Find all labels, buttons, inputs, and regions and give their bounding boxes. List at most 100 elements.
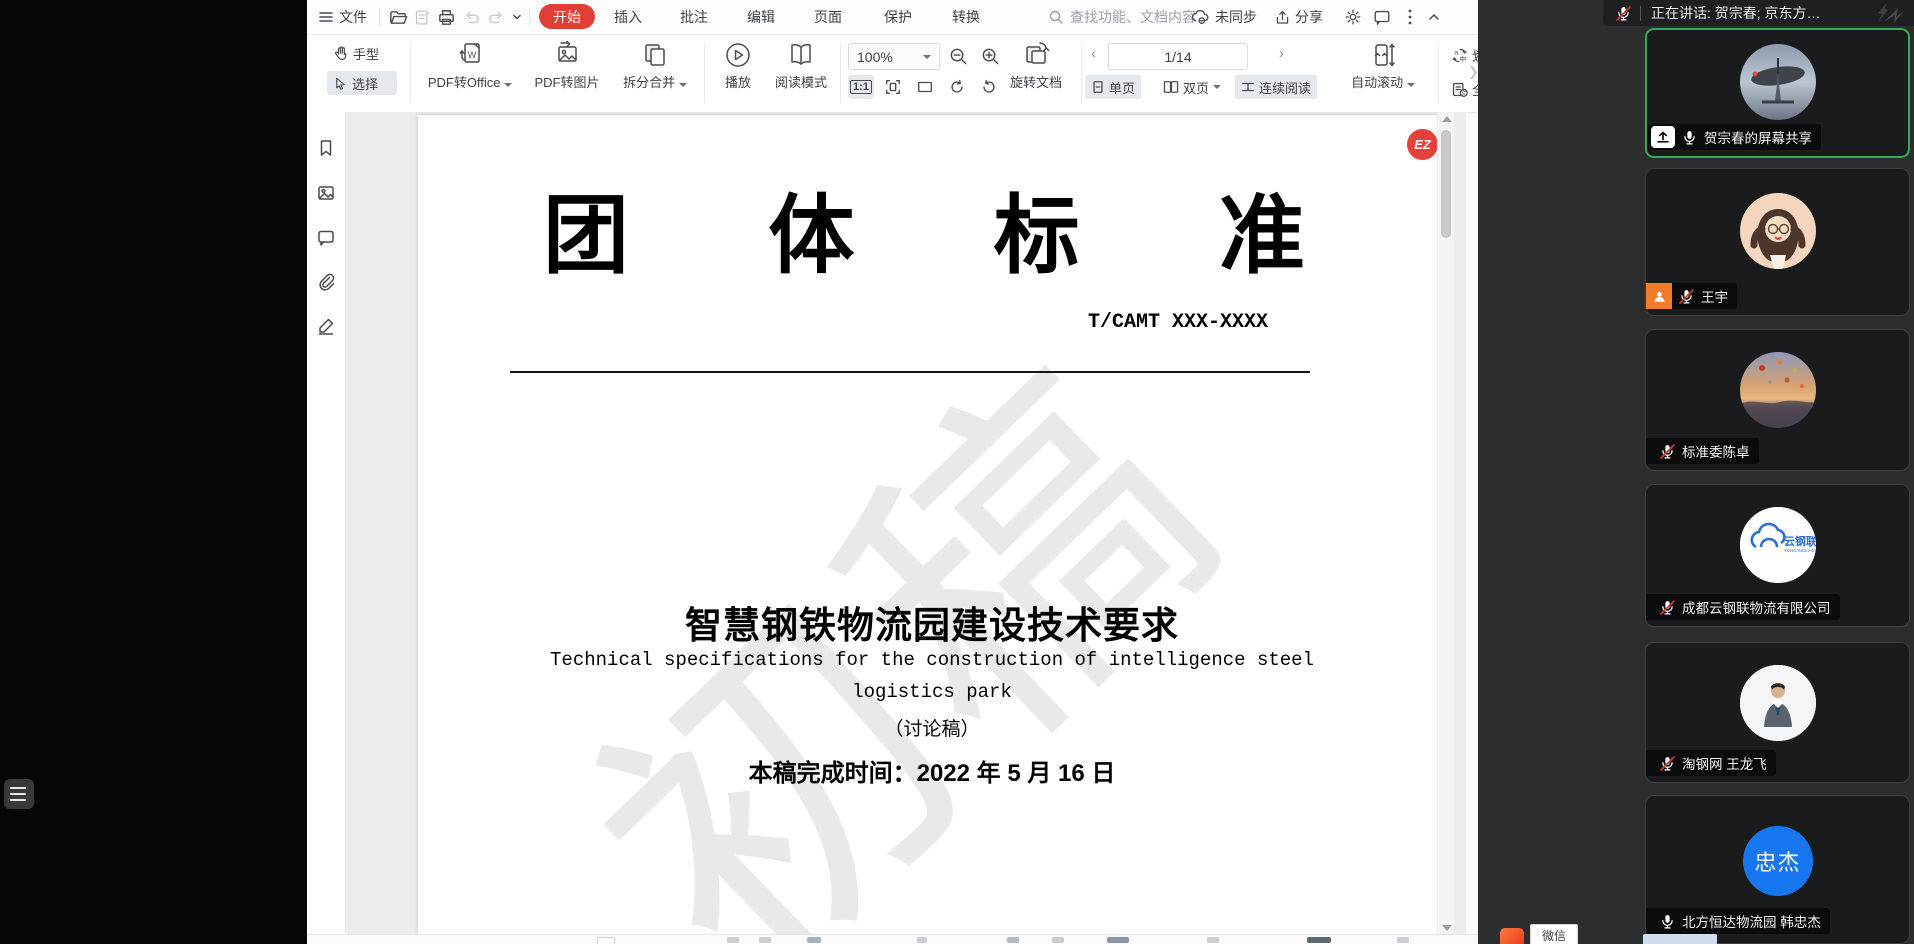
split-merge-button[interactable]: 拆分合并 bbox=[613, 39, 697, 91]
status-icon[interactable] bbox=[759, 937, 771, 943]
fit-width-button[interactable] bbox=[912, 75, 938, 99]
vertical-scrollbar[interactable] bbox=[1437, 112, 1454, 935]
tab-home[interactable]: 开始 bbox=[539, 4, 595, 29]
panel-expand-icon[interactable]: ❯ bbox=[1468, 64, 1479, 80]
outline-toggle-button[interactable] bbox=[4, 779, 34, 809]
undo-icon[interactable] bbox=[463, 0, 481, 34]
logo-sub-text: YUNGANGLIAN bbox=[1784, 548, 1814, 553]
collapse-ribbon-icon[interactable] bbox=[1427, 0, 1441, 34]
separator bbox=[1081, 43, 1082, 103]
logo-main-text: 云钢联 bbox=[1784, 534, 1816, 548]
participant-tile[interactable]: 标准委陈卓 bbox=[1645, 329, 1910, 471]
status-icon[interactable] bbox=[1052, 937, 1064, 943]
tab-insert[interactable]: 插入 bbox=[614, 0, 642, 34]
share-label[interactable]: 分享 bbox=[1295, 0, 1323, 34]
scrollbar-thumb[interactable] bbox=[1441, 130, 1451, 238]
participant-tile[interactable]: 忠杰 北方恒达物流园 韩忠杰 bbox=[1645, 795, 1910, 944]
document-title-en-line1: Technical specifications for the constru… bbox=[418, 649, 1446, 671]
document-viewport[interactable]: 初稿 团体标准 T/CAMT XXX-XXXX 智慧钢铁物流园建设技术要求 Te… bbox=[345, 112, 1466, 935]
title-rule bbox=[510, 371, 1310, 373]
scroll-up-icon[interactable] bbox=[1442, 116, 1452, 122]
banner-arrows-icon[interactable] bbox=[1864, 2, 1908, 24]
full-translate-button[interactable]: 文 全文 bbox=[1445, 77, 1478, 101]
select-tool-button[interactable]: 选择 bbox=[327, 71, 397, 95]
completion-date: 本稿完成时间：2022 年 5 月 16 日 bbox=[418, 753, 1446, 788]
zoom-level-select[interactable]: 100% bbox=[848, 43, 940, 70]
tab-edit[interactable]: 编辑 bbox=[747, 0, 775, 34]
status-icon[interactable] bbox=[1007, 937, 1019, 943]
participant-name: 北方恒达物流园 韩忠杰 bbox=[1682, 911, 1821, 931]
sync-status-label[interactable]: 未同步 bbox=[1215, 0, 1257, 34]
avatar: 云钢联 YUNGANGLIAN bbox=[1740, 507, 1816, 583]
page-indicator-box[interactable]: 1/14 bbox=[1108, 43, 1248, 70]
read-mode-button[interactable]: 阅读模式 bbox=[769, 39, 833, 91]
wps-pdf-window: 文件 开始 插入 批注 编辑 页面 bbox=[307, 0, 1478, 944]
rotate-document-button[interactable]: 旋转文档 bbox=[997, 39, 1075, 91]
rotate-left-icon[interactable] bbox=[944, 75, 970, 99]
participant-tile[interactable]: 王宇 bbox=[1645, 168, 1910, 316]
status-icon[interactable] bbox=[1107, 937, 1129, 943]
participant-tile[interactable]: 云钢联 YUNGANGLIAN 成都云钢联物流有限公司 bbox=[1645, 484, 1910, 627]
tab-protect[interactable]: 保护 bbox=[884, 0, 912, 34]
separator bbox=[410, 43, 411, 103]
single-page-button[interactable]: 单页 bbox=[1085, 75, 1141, 99]
search-input[interactable]: 查找功能、文档内容 bbox=[1070, 0, 1196, 34]
cloud-sync-icon[interactable] bbox=[1190, 0, 1210, 34]
image-annotation-icon[interactable] bbox=[316, 183, 336, 203]
comment-panel-icon[interactable] bbox=[316, 228, 336, 248]
separator bbox=[1438, 43, 1439, 103]
pdf-to-image-button[interactable]: PDF转图片 bbox=[525, 39, 609, 91]
participant-label: 北方恒达物流园 韩忠杰 bbox=[1646, 908, 1830, 934]
zoom-out-icon[interactable] bbox=[948, 46, 969, 67]
pdf-to-office-button[interactable]: W PDF转Office bbox=[420, 39, 520, 91]
share-icon[interactable] bbox=[1274, 0, 1291, 34]
participant-label: 贺宗春的屏幕共享 bbox=[1647, 124, 1821, 150]
hand-tool-button[interactable]: 手型 bbox=[327, 41, 385, 65]
host-badge-icon bbox=[1646, 283, 1672, 309]
status-icon[interactable] bbox=[597, 937, 615, 944]
fit-page-button[interactable] bbox=[880, 75, 906, 99]
prev-page-icon[interactable]: ‹ bbox=[1091, 45, 1096, 62]
status-icon[interactable] bbox=[1207, 937, 1219, 943]
participant-name: 王宇 bbox=[1701, 286, 1728, 306]
tab-comment[interactable]: 批注 bbox=[680, 0, 708, 34]
quick-access-dropdown-icon[interactable] bbox=[511, 0, 523, 34]
attachment-icon[interactable] bbox=[316, 272, 336, 292]
hamburger-menu-icon[interactable] bbox=[318, 0, 334, 34]
taskbar-button-sliver[interactable] bbox=[1643, 934, 1717, 944]
feedback-comment-icon[interactable] bbox=[1373, 0, 1391, 34]
status-icon[interactable] bbox=[727, 937, 739, 943]
actual-size-button[interactable]: 1:1 bbox=[848, 75, 874, 99]
double-page-button[interactable]: 双页 bbox=[1157, 75, 1227, 99]
participant-label: 王宇 bbox=[1646, 283, 1737, 309]
search-icon bbox=[1048, 0, 1064, 34]
participant-name: 贺宗春的屏幕共享 bbox=[1704, 127, 1812, 147]
signature-icon[interactable] bbox=[316, 316, 336, 336]
continuous-read-button[interactable]: 连续阅读 bbox=[1235, 75, 1317, 99]
save-icon[interactable] bbox=[414, 0, 431, 34]
redo-icon[interactable] bbox=[487, 0, 505, 34]
status-icon[interactable] bbox=[807, 937, 821, 943]
more-options-icon[interactable] bbox=[1407, 0, 1413, 34]
participant-tile[interactable]: 淘钢网 王龙飞 bbox=[1645, 642, 1910, 783]
scroll-down-icon[interactable] bbox=[1442, 925, 1452, 931]
participant-tile[interactable]: 贺宗春的屏幕共享 bbox=[1645, 28, 1910, 158]
open-file-icon[interactable] bbox=[389, 0, 408, 34]
status-icon[interactable] bbox=[1307, 937, 1331, 943]
next-page-icon[interactable]: › bbox=[1279, 45, 1284, 62]
corner-red-badge[interactable]: EZ bbox=[1407, 129, 1438, 160]
status-icon[interactable] bbox=[1397, 937, 1409, 943]
play-button[interactable]: 播放 bbox=[715, 39, 761, 91]
tab-convert[interactable]: 转换 bbox=[952, 0, 980, 34]
svg-text:W: W bbox=[468, 50, 477, 60]
bookmark-icon[interactable] bbox=[316, 138, 336, 158]
settings-gear-icon[interactable] bbox=[1344, 0, 1362, 34]
participant-name: 标准委陈卓 bbox=[1682, 441, 1750, 461]
print-icon[interactable] bbox=[437, 0, 456, 34]
auto-scroll-button[interactable]: 自动滚动 bbox=[1336, 39, 1430, 91]
status-icon[interactable] bbox=[917, 937, 927, 943]
taskbar-app-icon[interactable] bbox=[1500, 928, 1524, 944]
file-menu[interactable]: 文件 bbox=[339, 0, 367, 34]
status-bar-sliver bbox=[307, 934, 1478, 944]
tab-page[interactable]: 页面 bbox=[814, 0, 842, 34]
